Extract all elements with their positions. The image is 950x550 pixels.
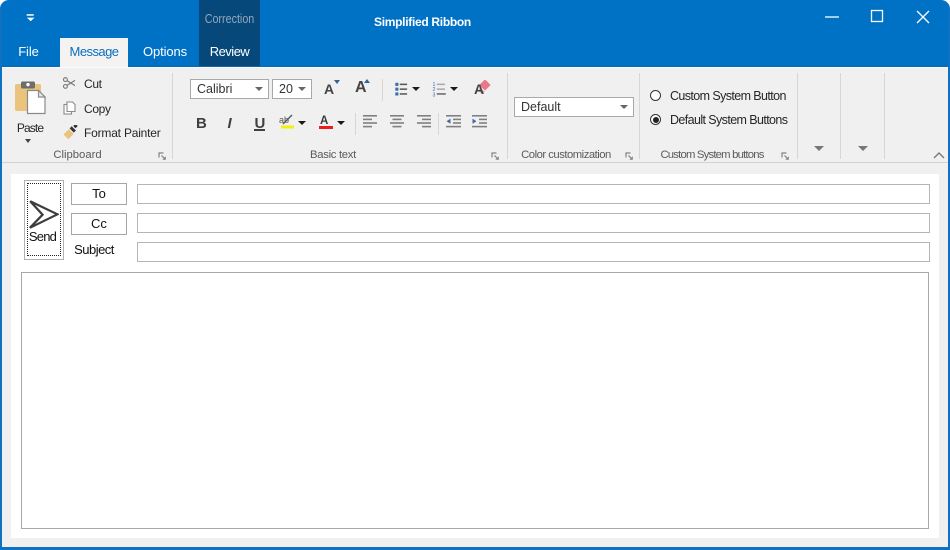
- svg-text:3: 3: [433, 93, 436, 97]
